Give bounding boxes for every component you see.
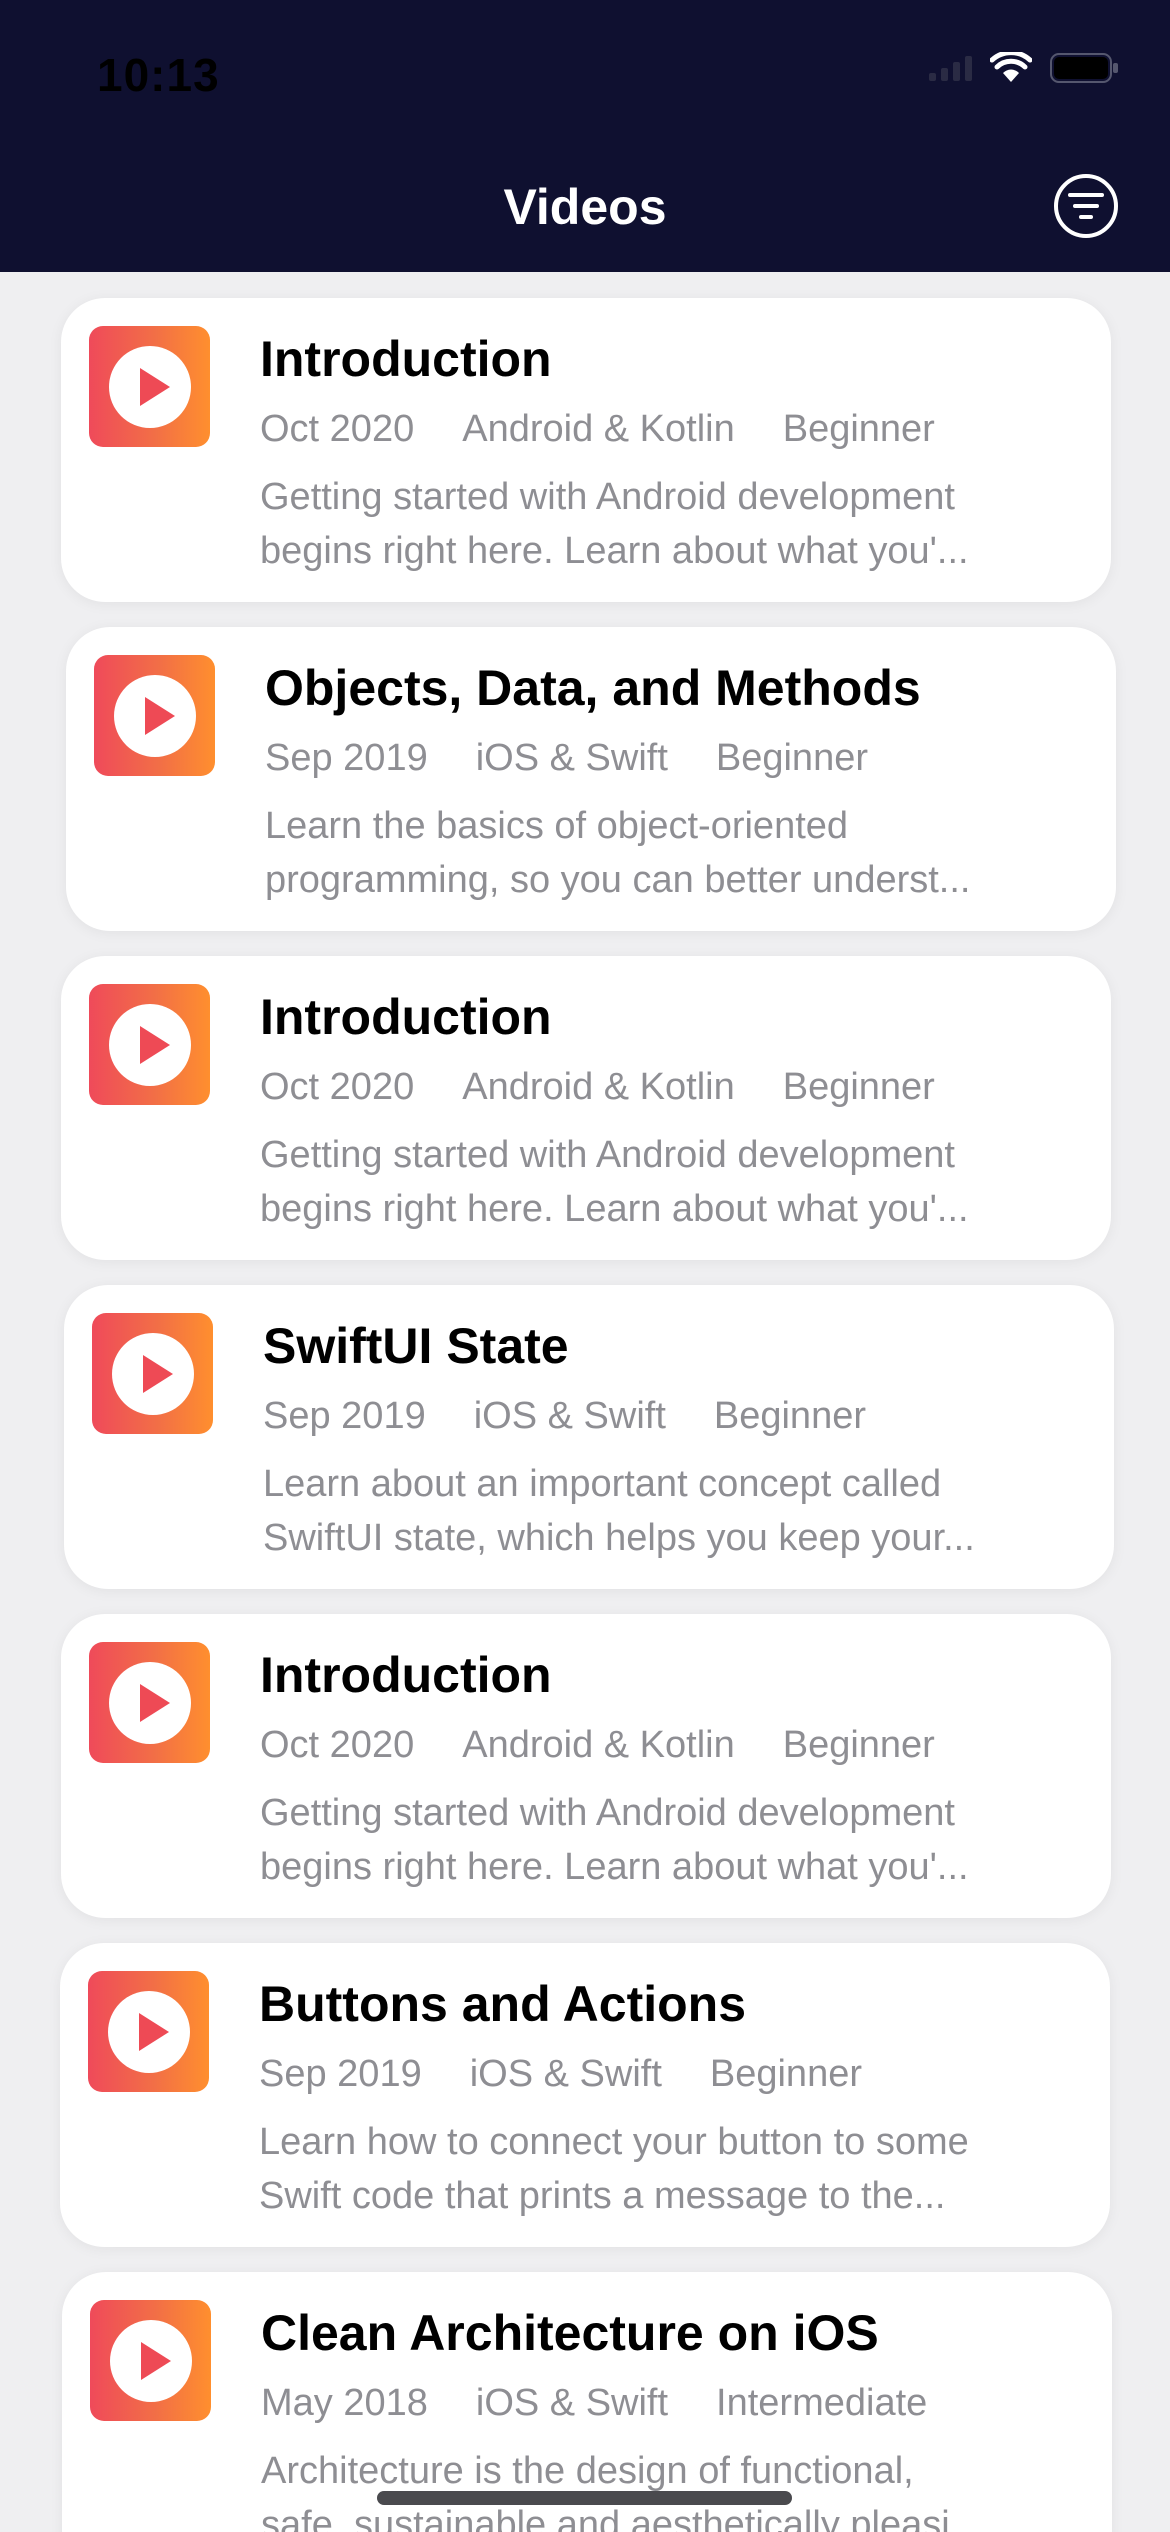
page-title: Videos bbox=[503, 179, 667, 235]
video-title: Introduction bbox=[260, 989, 552, 1045]
video-card[interactable]: Introduction Oct 2020 Android & Kotlin B… bbox=[61, 956, 1111, 1260]
video-description: Getting started with Android development… bbox=[260, 1792, 969, 1888]
video-description: Architecture is the design of functional… bbox=[261, 2450, 982, 2532]
video-thumbnail bbox=[88, 1971, 209, 2092]
video-level: Beginner bbox=[782, 1724, 935, 1766]
video-platform: iOS & Swift bbox=[473, 1395, 666, 1437]
video-card[interactable]: Buttons and Actions Sep 2019 iOS & Swift… bbox=[60, 1943, 1110, 2247]
filter-icon-line bbox=[1073, 204, 1099, 208]
video-date: Oct 2020 bbox=[260, 1066, 415, 1108]
video-date: Sep 2019 bbox=[259, 2053, 422, 2095]
video-description: Learn the basics of object-oriented prog… bbox=[265, 805, 971, 901]
video-thumbnail bbox=[94, 655, 215, 776]
video-platform: iOS & Swift bbox=[475, 737, 668, 779]
video-description: Learn about an important concept called … bbox=[263, 1463, 975, 1559]
video-date: Oct 2020 bbox=[260, 408, 415, 450]
video-meta: May 2018 iOS & Swift Intermediate bbox=[261, 2382, 927, 2425]
video-level: Beginner bbox=[713, 1395, 866, 1437]
video-description: Getting started with Android development… bbox=[260, 476, 969, 572]
video-meta: Oct 2020 Android & Kotlin Beginner bbox=[260, 1066, 935, 1109]
video-title: Introduction bbox=[260, 1647, 552, 1703]
video-platform: Android & Kotlin bbox=[462, 408, 735, 450]
video-date: May 2018 bbox=[261, 2382, 428, 2424]
filter-button[interactable] bbox=[1054, 174, 1118, 238]
video-title: SwiftUI State bbox=[263, 1318, 569, 1374]
video-description: Getting started with Android development… bbox=[260, 1134, 969, 1230]
play-icon bbox=[108, 1003, 191, 1086]
video-meta: Sep 2019 iOS & Swift Beginner bbox=[263, 1395, 866, 1438]
status-icons bbox=[929, 52, 1120, 84]
video-level: Beginner bbox=[782, 1066, 935, 1108]
video-card[interactable]: Introduction Oct 2020 Android & Kotlin B… bbox=[61, 1614, 1111, 1918]
filter-icon-line bbox=[1068, 193, 1104, 197]
play-icon bbox=[109, 2319, 192, 2402]
video-meta: Oct 2020 Android & Kotlin Beginner bbox=[260, 408, 935, 451]
video-meta: Oct 2020 Android & Kotlin Beginner bbox=[260, 1724, 935, 1767]
video-thumbnail bbox=[90, 2300, 211, 2421]
video-meta: Sep 2019 iOS & Swift Beginner bbox=[259, 2053, 862, 2096]
video-platform: Android & Kotlin bbox=[462, 1724, 735, 1766]
cellular-signal-icon bbox=[929, 55, 972, 81]
wifi-icon bbox=[990, 52, 1032, 84]
home-indicator[interactable] bbox=[377, 2491, 792, 2505]
status-time: 10:13 bbox=[97, 49, 220, 101]
video-meta: Sep 2019 iOS & Swift Beginner bbox=[265, 737, 868, 780]
video-card[interactable]: Objects, Data, and Methods Sep 2019 iOS … bbox=[66, 627, 1116, 931]
video-thumbnail bbox=[89, 326, 210, 447]
video-date: Sep 2019 bbox=[263, 1395, 426, 1437]
filter-icon-line bbox=[1079, 215, 1093, 219]
video-description: Learn how to connect your button to some… bbox=[259, 2121, 969, 2217]
play-icon bbox=[111, 1332, 194, 1415]
play-icon bbox=[107, 1990, 190, 2073]
play-icon bbox=[108, 1661, 191, 1744]
battery-icon bbox=[1050, 52, 1120, 84]
video-title: Introduction bbox=[260, 331, 552, 387]
video-platform: iOS & Swift bbox=[475, 2382, 669, 2424]
video-card[interactable]: Introduction Oct 2020 Android & Kotlin B… bbox=[61, 298, 1111, 602]
video-thumbnail bbox=[92, 1313, 213, 1434]
video-title: Objects, Data, and Methods bbox=[265, 660, 921, 716]
video-thumbnail bbox=[89, 1642, 210, 1763]
video-platform: iOS & Swift bbox=[469, 2053, 662, 2095]
play-icon bbox=[113, 674, 196, 757]
video-level: Intermediate bbox=[716, 2382, 928, 2424]
video-level: Beginner bbox=[709, 2053, 862, 2095]
video-date: Sep 2019 bbox=[265, 737, 428, 779]
video-level: Beginner bbox=[782, 408, 935, 450]
video-level: Beginner bbox=[715, 737, 868, 779]
video-platform: Android & Kotlin bbox=[462, 1066, 735, 1108]
video-title: Clean Architecture on iOS bbox=[261, 2305, 879, 2361]
play-icon bbox=[108, 345, 191, 428]
videos-screen: 10:13 Videos Introduction Oct 2020 Andro… bbox=[0, 0, 1170, 2532]
video-thumbnail bbox=[89, 984, 210, 1105]
video-card[interactable]: SwiftUI State Sep 2019 iOS & Swift Begin… bbox=[64, 1285, 1114, 1589]
video-title: Buttons and Actions bbox=[259, 1976, 747, 2032]
navigation-bar: 10:13 Videos bbox=[0, 0, 1170, 272]
video-date: Oct 2020 bbox=[260, 1724, 415, 1766]
